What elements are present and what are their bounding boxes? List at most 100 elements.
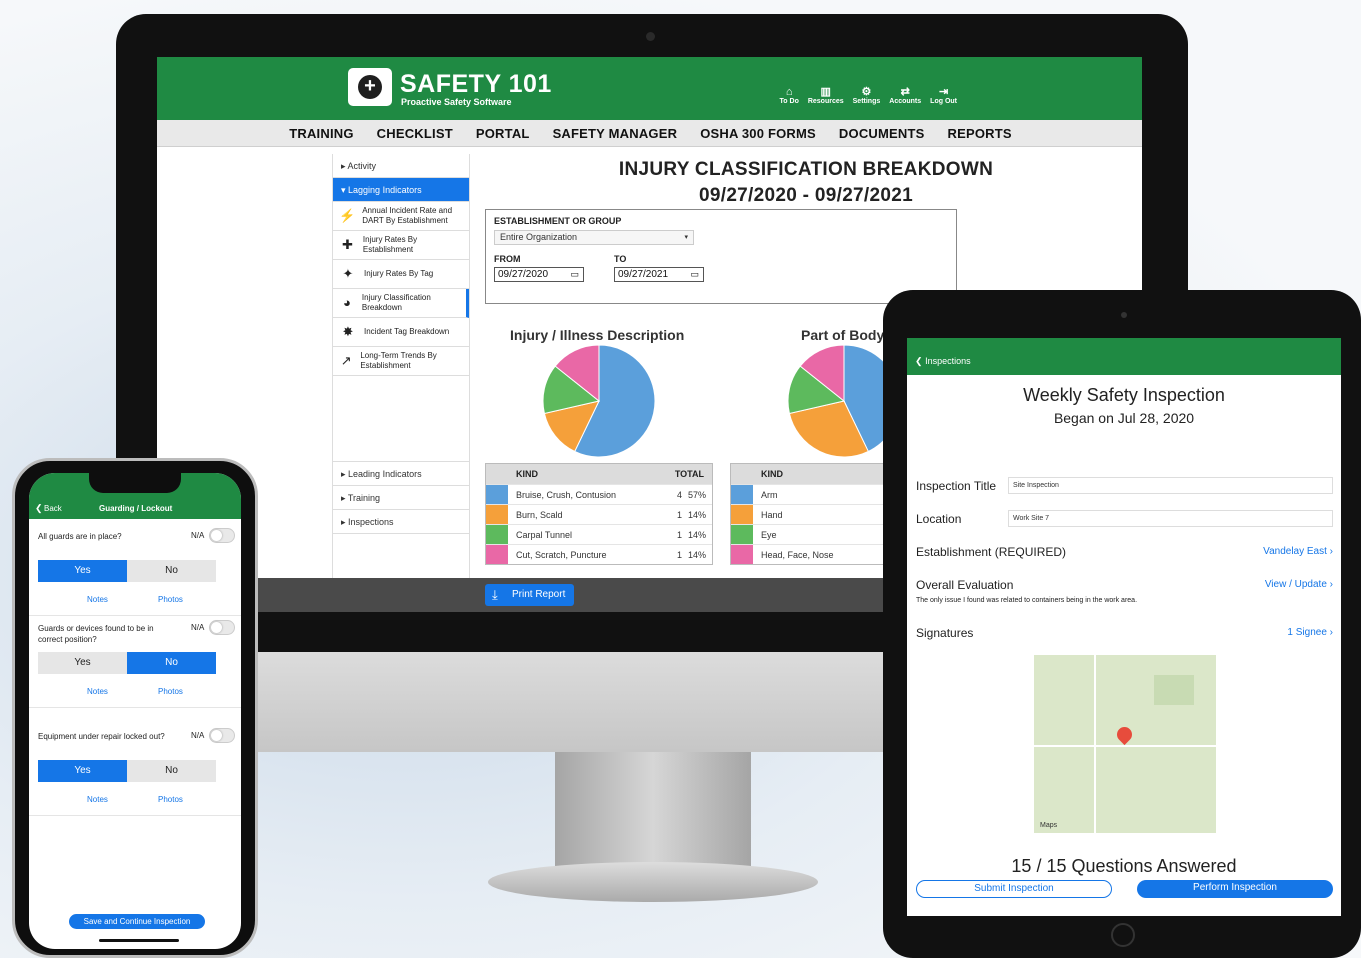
table-row: Carpal Tunnel 1 14% (486, 524, 712, 544)
sidebar-subitem-3[interactable]: ◕ Injury Classification Breakdown (333, 289, 469, 318)
back-chevron-icon[interactable]: ❮ (35, 503, 43, 514)
divider (29, 615, 241, 616)
yes-button[interactable]: Yes (38, 760, 127, 782)
no-button[interactable]: No (127, 760, 216, 782)
top-icon-0[interactable]: ⌂ To Do (780, 87, 799, 106)
sidebar-subitem-5[interactable]: ↗ Long-Term Trends By Establishment (333, 347, 469, 376)
na-toggle[interactable] (209, 728, 235, 743)
sidebar-item-leading-indicators[interactable]: ▸ Leading Indicators (333, 462, 469, 486)
sidebar-item-activity[interactable]: ▸ Activity (333, 154, 469, 178)
sidebar-item-lagging-indicators[interactable]: ▾ Lagging Indicators (333, 178, 469, 202)
tablet-home-button[interactable] (1111, 923, 1135, 947)
top-icon-2[interactable]: ⚙ Settings (853, 87, 881, 106)
top-icon-3[interactable]: ⇄ Accounts (889, 87, 921, 106)
to-label: TO (614, 254, 627, 264)
question-text: All guards are in place? (38, 532, 122, 541)
photos-link[interactable]: Photos (158, 795, 183, 804)
home-indicator (99, 939, 179, 942)
back-link-inspections[interactable]: Inspections (925, 356, 971, 366)
sidebar-subitem-0[interactable]: ⚡ Annual Incident Rate and DART By Establ… (333, 202, 469, 231)
legend-swatch (486, 525, 508, 544)
phone-notch (89, 473, 181, 493)
submit-inspection-button[interactable]: Submit Inspection (916, 880, 1112, 898)
notes-link[interactable]: Notes (87, 795, 108, 804)
inspection-title: Weekly Safety Inspection (1023, 385, 1225, 405)
row-total: 1 (676, 550, 682, 560)
book-icon: ▥ (820, 86, 831, 98)
location-input[interactable]: Work Site 7 (1008, 510, 1333, 527)
map-park (1154, 675, 1194, 705)
nav-item-2[interactable]: PORTAL (476, 120, 530, 146)
inspection-title-input[interactable]: Site Inspection (1008, 477, 1333, 494)
yes-button[interactable]: Yes (38, 652, 127, 674)
back-button[interactable]: Back (44, 504, 62, 513)
nav-item-5[interactable]: DOCUMENTS (839, 120, 925, 146)
na-label: N/A (191, 623, 205, 632)
yes-no-segment: Yes No (38, 560, 216, 582)
tablet-device: ❮ Inspections Weekly Safety Inspection B… (883, 290, 1361, 958)
sidebar-subitem-2[interactable]: ✦ Injury Rates By Tag (333, 260, 469, 289)
sidebar-subitem-1[interactable]: ✚ Injury Rates By Establishment (333, 231, 469, 260)
table-row: Burn, Scald 1 14% (486, 504, 712, 524)
sidebar-subitem-4[interactable]: ✸ Incident Tag Breakdown (333, 318, 469, 347)
legend-swatch (731, 485, 753, 504)
photos-link[interactable]: Photos (158, 595, 183, 604)
tablet-screen: ❮ Inspections Weekly Safety Inspection B… (907, 338, 1341, 916)
first-aid-logo-icon[interactable]: + (348, 68, 392, 106)
establishment-link[interactable]: Vandelay East › (1263, 546, 1333, 557)
legend-swatch (731, 525, 753, 544)
no-button[interactable]: No (127, 560, 216, 582)
nav-item-1[interactable]: CHECKLIST (377, 120, 453, 146)
na-label: N/A (191, 531, 205, 540)
notes-link[interactable]: Notes (87, 595, 108, 604)
nav-item-4[interactable]: OSHA 300 FORMS (700, 120, 816, 146)
nav-item-6[interactable]: REPORTS (948, 120, 1012, 146)
from-date-input[interactable]: 09/27/2020 ▭ (494, 267, 584, 282)
row-kind: Carpal Tunnel (516, 530, 573, 540)
legend-swatch (731, 505, 753, 524)
na-toggle[interactable] (209, 620, 235, 635)
signatures-link[interactable]: 1 Signee › (1287, 627, 1333, 638)
sidebar-item-training[interactable]: ▸ Training (333, 486, 469, 510)
top-icon-4[interactable]: ⇥ Log Out (930, 87, 957, 106)
inspection-subtitle: Began on Jul 28, 2020 (1053, 410, 1195, 426)
na-toggle[interactable] (209, 528, 235, 543)
top-icon-1[interactable]: ▥ Resources (808, 86, 844, 106)
location-map[interactable]: Maps (1034, 655, 1216, 833)
nav-item-3[interactable]: SAFETY MANAGER (553, 120, 678, 146)
tablet-camera (1121, 312, 1127, 318)
sidebar-item-inspections[interactable]: ▸ Inspections (333, 510, 469, 534)
print-report-button[interactable]: ⤓ Print Report (485, 584, 574, 606)
trend-icon: ↗ (340, 353, 352, 368)
brand-name: SAFETY 101 (400, 70, 552, 98)
to-date-input[interactable]: 09/27/2021 ▭ (614, 267, 704, 282)
map-road (1094, 655, 1096, 833)
report-sidebar: ▸ Activity ▾ Lagging Indicators ⚡ Annual … (332, 154, 470, 578)
perform-inspection-button[interactable]: Perform Inspection (1137, 880, 1333, 898)
tablet-header: ❮ Inspections (907, 338, 1341, 375)
yes-button[interactable]: Yes (38, 560, 127, 582)
no-button[interactable]: No (127, 652, 216, 674)
calendar-icon[interactable]: ▭ (570, 268, 579, 281)
notes-link[interactable]: Notes (87, 687, 108, 696)
from-label: FROM (494, 254, 521, 264)
overall-evaluation-note: The only issue I found was related to co… (916, 597, 1138, 604)
yes-no-segment: Yes No (38, 652, 216, 674)
report-heading: INJURY CLASSIFICATION BREAKDOWN (618, 159, 994, 180)
monitor-base (488, 862, 818, 902)
map-pin-icon[interactable] (1113, 723, 1136, 746)
report-title: INJURY CLASSIFICATION BREAKDOWN 09/27/20… (470, 147, 1142, 209)
establishment-select[interactable]: Entire Organization ▾ (494, 230, 694, 245)
row-percent: 14% (687, 510, 706, 520)
photos-link[interactable]: Photos (158, 687, 183, 696)
save-continue-button[interactable]: Save and Continue Inspection (69, 914, 205, 929)
view-update-link[interactable]: View / Update › (1265, 579, 1333, 590)
calendar-icon[interactable]: ▭ (690, 268, 699, 281)
filter-panel: ESTABLISHMENT OR GROUP Entire Organizati… (485, 209, 957, 304)
download-icon: ⤓ (492, 587, 498, 602)
pie-title-injury: Injury / Illness Description (510, 327, 685, 343)
nav-item-0[interactable]: TRAINING (289, 120, 353, 146)
row-total: 1 (676, 510, 682, 520)
row-total: 4 (676, 490, 682, 500)
back-chevron-icon[interactable]: ❮ (915, 356, 923, 366)
